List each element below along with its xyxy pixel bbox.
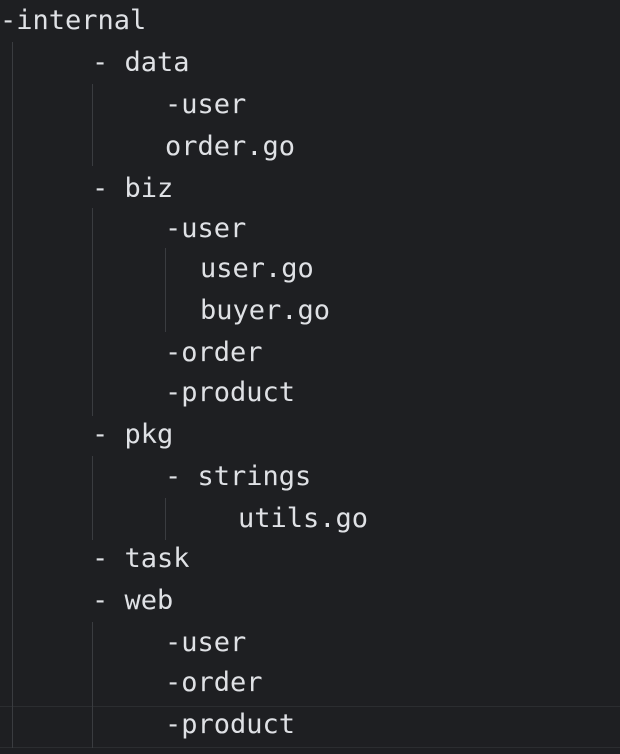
code-line[interactable]: -internal	[0, 0, 620, 42]
line-text: -internal	[0, 5, 147, 36]
code-line[interactable]: - task	[0, 538, 620, 580]
line-text: -order	[165, 337, 263, 368]
line-text: -user	[165, 213, 247, 244]
code-line[interactable]: - data	[0, 42, 620, 84]
line-text: - data	[92, 47, 190, 78]
code-line[interactable]: -user	[0, 208, 620, 250]
code-line[interactable]: - pkg	[0, 414, 620, 456]
code-line[interactable]: -order	[0, 662, 620, 704]
code-line[interactable]: order.go	[0, 126, 620, 168]
line-text: - web	[92, 585, 174, 616]
code-line[interactable]: -order	[0, 332, 620, 374]
code-line[interactable]: -user	[0, 622, 620, 664]
code-line[interactable]: - strings	[0, 456, 620, 498]
line-text: - task	[92, 543, 190, 574]
line-text: - strings	[165, 461, 312, 492]
code-line[interactable]: utils.go	[0, 498, 620, 540]
line-text: user.go	[200, 253, 314, 284]
line-text: -user	[165, 89, 247, 120]
line-text: - pkg	[92, 419, 174, 450]
line-text: -order	[165, 667, 263, 698]
code-line[interactable]: -product	[0, 372, 620, 414]
code-line[interactable]: -user	[0, 84, 620, 126]
line-text: -product	[165, 377, 296, 408]
code-line[interactable]: - web	[0, 580, 620, 622]
line-text: -product	[165, 709, 296, 740]
code-editor[interactable]: -internal - data -user order.go - biz -u…	[0, 0, 620, 754]
line-text: order.go	[165, 131, 296, 162]
code-line[interactable]: user.go	[0, 248, 620, 290]
line-text: utils.go	[238, 503, 369, 534]
code-line[interactable]: -product	[0, 704, 620, 746]
code-line[interactable]: - biz	[0, 168, 620, 210]
line-text: buyer.go	[200, 295, 331, 326]
line-text: - biz	[92, 173, 174, 204]
code-line[interactable]: buyer.go	[0, 290, 620, 332]
line-text: -user	[165, 627, 247, 658]
